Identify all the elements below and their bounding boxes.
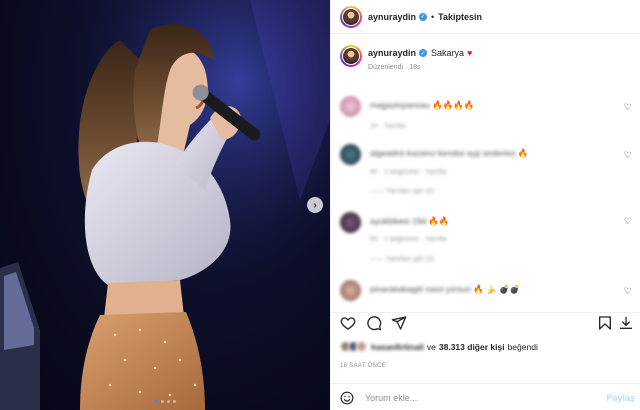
view-replies-link[interactable]: —— Yanıtları gör (4) bbox=[370, 188, 434, 195]
carousel-dot bbox=[166, 400, 170, 403]
red-heart-emoji-icon: ♥ bbox=[467, 48, 473, 58]
comment-emoji: 🔥🔥🔥🔥 bbox=[432, 100, 475, 110]
heart-outline-icon[interactable]: ♡ bbox=[624, 102, 632, 113]
separator-dot: • bbox=[431, 11, 435, 22]
caption-avatar[interactable] bbox=[340, 45, 362, 67]
next-slide-button[interactable]: › bbox=[307, 197, 323, 213]
heart-outline-icon[interactable]: ♡ bbox=[624, 286, 632, 297]
comment-username[interactable]: pinarakabagiti nasıl yorsun bbox=[370, 284, 471, 294]
view-replies-link[interactable]: —— Yanıtları gör (2) bbox=[370, 256, 434, 263]
following-button[interactable]: Takiptesin bbox=[438, 12, 482, 22]
comment-emoji: 🔥 🍌 💣💣 bbox=[473, 284, 521, 294]
smiley-icon[interactable] bbox=[340, 391, 354, 405]
post-actions: hasanfirtinali ve 38.313 diğer kişi beğe… bbox=[331, 312, 640, 410]
comment-username[interactable]: ayukbikesi 19d bbox=[370, 216, 426, 226]
chevron-right-icon: › bbox=[313, 199, 317, 211]
comment-avatar[interactable] bbox=[340, 96, 361, 117]
bookmark-icon[interactable] bbox=[597, 315, 613, 331]
post-side-panel: aynuraydin ✓ • Takiptesin aynuraydin ✓ S… bbox=[330, 0, 640, 410]
carousel-dot bbox=[154, 400, 158, 403]
first-liker-username[interactable]: hasanfirtinali bbox=[371, 342, 424, 352]
carousel-dot bbox=[160, 400, 164, 403]
instagram-post-view: › aynuraydin ✓ • Takiptesin aynuraydin ✓… bbox=[0, 0, 640, 410]
comment-username[interactable]: magazinpanosu bbox=[370, 100, 430, 110]
post-comment-button[interactable]: Paylaş bbox=[606, 393, 635, 403]
avatar[interactable] bbox=[340, 5, 362, 28]
verified-badge-icon: ✓ bbox=[419, 49, 428, 57]
verified-badge-icon: ✓ bbox=[419, 12, 428, 21]
liker-avatar bbox=[356, 341, 367, 352]
heart-outline-icon[interactable] bbox=[340, 315, 356, 331]
post-caption: aynuraydin ✓ Sakarya ♥ Düzenlendi · 18s bbox=[331, 34, 640, 98]
download-arrow-icon[interactable] bbox=[618, 315, 634, 331]
comment-emoji: 🔥🔥 bbox=[428, 216, 450, 226]
post-timestamp[interactable]: 18 SAAT ÖNCE bbox=[340, 363, 386, 369]
comment-avatar[interactable] bbox=[340, 280, 361, 301]
post-header: aynuraydin ✓ • Takiptesin bbox=[331, 0, 640, 34]
comment-emoji: 🔥 bbox=[517, 148, 529, 158]
heart-outline-icon[interactable]: ♡ bbox=[624, 216, 632, 227]
likes-suffix: beğendi bbox=[507, 341, 538, 352]
comment-username[interactable]: algeadmi kazanci kendisi ayp anderiez bbox=[370, 148, 516, 158]
comment-avatar[interactable] bbox=[340, 212, 361, 233]
comment-bubble-icon[interactable] bbox=[366, 315, 382, 331]
post-photo[interactable]: › bbox=[0, 0, 330, 410]
paper-plane-icon[interactable] bbox=[391, 315, 407, 331]
likes-connector: ve bbox=[426, 341, 436, 352]
edited-timestamp: Düzenlendi · 18s bbox=[368, 64, 421, 71]
comment-meta[interactable]: 6h · 1 beğenme · Yanıtla bbox=[370, 169, 446, 176]
username-link[interactable]: aynuraydin bbox=[368, 12, 416, 22]
comment-meta[interactable]: 6h · 1 beğenme · Yanıtla bbox=[370, 236, 446, 243]
carousel-dot bbox=[172, 400, 176, 403]
caption-text: Sakarya bbox=[431, 48, 465, 58]
add-comment-bar: Paylaş bbox=[331, 383, 640, 410]
comment-meta[interactable]: 1h · Yanıtla bbox=[370, 123, 405, 130]
singer-on-stage-image bbox=[0, 0, 330, 410]
likes-summary: hasanfirtinali ve 38.313 diğer kişi beğe… bbox=[340, 341, 538, 352]
comment-input[interactable] bbox=[365, 392, 585, 403]
heart-outline-icon[interactable]: ♡ bbox=[624, 150, 632, 161]
carousel-indicator bbox=[0, 400, 330, 403]
caption-username-link[interactable]: aynuraydin bbox=[368, 48, 416, 58]
likes-count-link[interactable]: 38.313 diğer kişi bbox=[439, 342, 505, 352]
comment-avatar[interactable] bbox=[340, 144, 361, 165]
